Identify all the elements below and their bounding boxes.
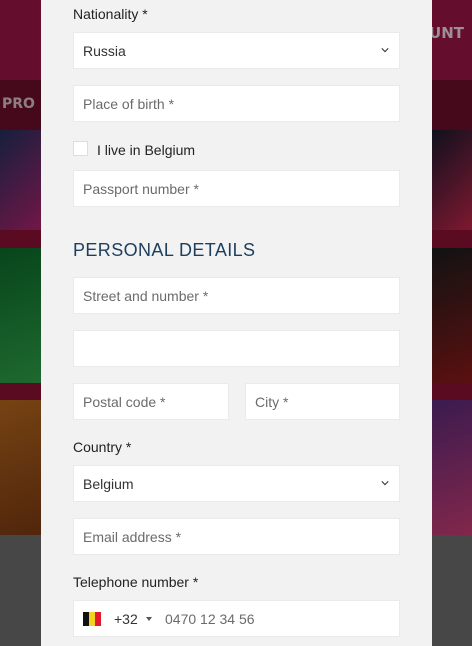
email-input[interactable]: Email address * bbox=[73, 518, 400, 555]
nationality-label: Nationality * bbox=[73, 6, 148, 22]
address-line2-input[interactable] bbox=[73, 330, 400, 367]
telephone-label: Telephone number * bbox=[73, 574, 199, 590]
postal-code-placeholder: Postal code * bbox=[83, 394, 166, 410]
live-in-belgium-checkbox[interactable] bbox=[73, 141, 88, 156]
live-in-belgium-label[interactable]: I live in Belgium bbox=[97, 142, 195, 158]
email-placeholder: Email address * bbox=[83, 529, 182, 545]
belgium-flag-icon[interactable] bbox=[83, 612, 101, 626]
city-placeholder: City * bbox=[255, 394, 289, 410]
street-input[interactable]: Street and number * bbox=[73, 277, 400, 314]
postal-code-input[interactable]: Postal code * bbox=[73, 383, 229, 420]
place-of-birth-input[interactable]: Place of birth * bbox=[73, 85, 400, 122]
nationality-value: Russia bbox=[83, 43, 126, 59]
registration-modal: Nationality * Russia Place of birth * I … bbox=[41, 0, 432, 646]
telephone-input[interactable]: +32 0470 12 34 56 bbox=[73, 600, 400, 637]
country-select[interactable]: Belgium bbox=[73, 465, 400, 502]
country-value: Belgium bbox=[83, 476, 134, 492]
city-input[interactable]: City * bbox=[245, 383, 400, 420]
chevron-down-icon bbox=[381, 481, 389, 486]
passport-number-input[interactable]: Passport number * bbox=[73, 170, 400, 207]
chevron-down-icon bbox=[381, 48, 389, 53]
passport-number-placeholder: Passport number * bbox=[83, 181, 199, 197]
place-of-birth-placeholder: Place of birth * bbox=[83, 96, 175, 112]
nationality-select[interactable]: Russia bbox=[73, 32, 400, 69]
section-title-personal-details: PERSONAL DETAILS bbox=[73, 240, 256, 260]
street-placeholder: Street and number * bbox=[83, 288, 209, 304]
caret-down-icon[interactable] bbox=[146, 617, 152, 621]
country-label: Country * bbox=[73, 439, 132, 455]
dial-code[interactable]: +32 bbox=[114, 601, 138, 638]
telephone-placeholder: 0470 12 34 56 bbox=[165, 611, 255, 627]
